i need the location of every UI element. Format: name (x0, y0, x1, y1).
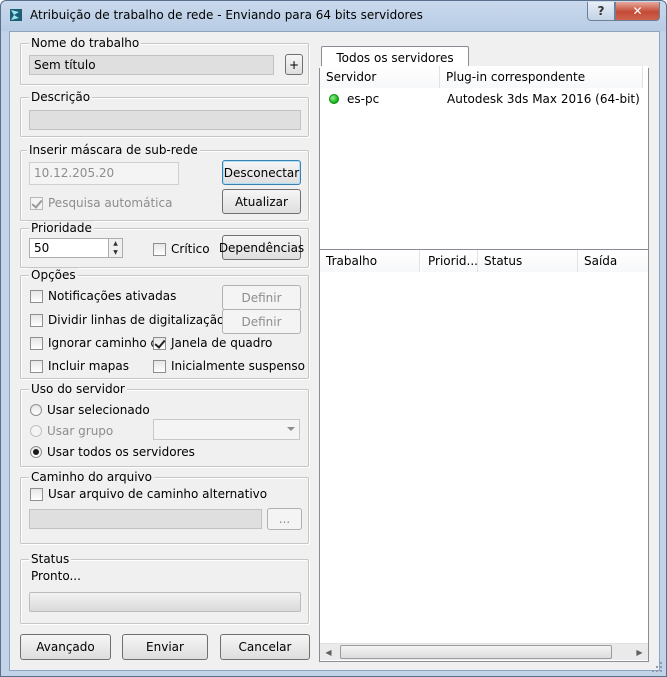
use-selected-label: Usar selecionado (47, 403, 150, 417)
critical-check-box (153, 242, 166, 256)
servers-column-server[interactable]: Servidor (320, 66, 440, 88)
server-name: es-pc (347, 92, 380, 106)
alt-path-label: Usar arquivo de caminho alternativo (48, 487, 268, 501)
split-scan-checkbox[interactable]: Dividir linhas de digitalização (30, 313, 224, 327)
status-progress-bar (29, 592, 301, 612)
ignore-path-label: Ignorar caminho da (48, 336, 166, 350)
cancel-button[interactable]: Cancelar (220, 634, 310, 660)
priority-group-label: Prioridade (29, 221, 94, 235)
use-group-radio[interactable]: Usar grupo (30, 424, 113, 438)
window-title: Atribuição de trabalho de rede - Enviand… (30, 8, 423, 22)
jobs-horizontal-scrollbar[interactable]: ◀ ▶ (320, 643, 648, 660)
servers-list[interactable]: Servidor Plug-in correspondente es-pc Au… (320, 66, 648, 246)
use-all-servers-label: Usar todos os servidores (47, 445, 195, 459)
priority-spinner[interactable]: ▲ ▼ (108, 238, 123, 258)
define-split-scan-button[interactable]: Definir (222, 309, 301, 334)
disconnect-label: Desconectar (223, 165, 300, 180)
critical-checkbox[interactable]: Crítico (153, 242, 210, 256)
submit-button[interactable]: Enviar (122, 634, 208, 660)
dialog-window: Atribuição de trabalho de rede - Enviand… (0, 0, 667, 677)
subnet-mask-input[interactable]: 10.12.205.20 (29, 162, 179, 185)
3ds-max-app-icon (10, 9, 22, 21)
file-path-group-label: Caminho do arquivo (29, 470, 154, 484)
jobs-list[interactable]: Trabalho Priorid... Status Saída ◀ ▶ (319, 249, 649, 662)
update-button[interactable]: Atualizar (222, 189, 301, 214)
include-maps-checkbox[interactable]: Incluir mapas (30, 359, 129, 373)
define-notifications-button[interactable]: Definir (222, 285, 301, 310)
servers-column-plugin[interactable]: Plug-in correspondente (440, 66, 643, 88)
auto-search-checkbox[interactable]: Pesquisa automática (30, 196, 172, 210)
advanced-button[interactable]: Avançado (20, 634, 111, 660)
frame-window-label: Janela de quadro (171, 336, 273, 350)
priority-input[interactable]: 50 (29, 238, 109, 258)
jobs-column-priority[interactable]: Priorid... (422, 250, 478, 272)
chevron-down-icon (287, 427, 295, 431)
use-all-servers-radio[interactable]: Usar todos os servidores (30, 445, 195, 459)
ignore-path-checkbox[interactable]: Ignorar caminho da (30, 336, 165, 350)
close-button[interactable]: ✕ (615, 2, 660, 21)
subnet-group-label: Inserir máscara de sub-rede (27, 143, 200, 157)
description-input[interactable] (29, 110, 301, 130)
alt-path-check-box (30, 487, 43, 501)
split-scan-check-box (30, 313, 43, 327)
alt-path-checkbox[interactable]: Usar arquivo de caminho alternativo (30, 487, 267, 501)
alt-path-input[interactable] (29, 509, 262, 529)
jobs-column-output[interactable]: Saída (578, 250, 648, 272)
scroll-left-icon[interactable]: ◀ (320, 644, 337, 660)
job-name-group-label: Nome do trabalho (29, 36, 142, 50)
auto-search-label: Pesquisa automática (48, 196, 173, 210)
add-job-name-button[interactable]: + (285, 54, 303, 75)
tab-all-servers[interactable]: Todos os servidores (321, 46, 469, 68)
dependencies-button[interactable]: Dependências (219, 235, 304, 260)
table-row[interactable]: es-pc (329, 89, 439, 109)
frame-window-check-box (153, 336, 166, 350)
server-usage-group-label: Uso do servidor (29, 382, 127, 396)
status-text: Pronto... (31, 569, 81, 583)
spin-down-icon[interactable]: ▼ (109, 248, 122, 257)
scroll-right-icon[interactable]: ▶ (631, 644, 648, 660)
split-scan-label: Dividir linhas de digitalização (48, 313, 225, 327)
include-maps-label: Incluir mapas (48, 359, 130, 373)
help-button[interactable]: ? (587, 2, 615, 21)
notifications-checkbox[interactable]: Notificações ativadas (30, 289, 176, 303)
job-name-input[interactable]: Sem título (29, 55, 274, 75)
browse-path-button[interactable]: ... (267, 508, 302, 530)
spin-up-icon[interactable]: ▲ (109, 239, 122, 248)
ignore-path-check-box (30, 336, 43, 350)
use-group-radio-dot (30, 425, 42, 437)
jobs-column-job[interactable]: Trabalho (320, 250, 420, 272)
use-selected-radio[interactable]: Usar selecionado (30, 403, 150, 417)
jobs-column-status[interactable]: Status (478, 250, 578, 272)
server-plugin-cell: Autodesk 3ds Max 2016 (64-bit) R... (447, 92, 643, 106)
options-group-label: Opções (29, 268, 78, 282)
disconnect-button[interactable]: Desconectar (222, 160, 301, 185)
include-maps-check-box (30, 359, 43, 373)
initially-suspended-checkbox[interactable]: Inicialmente suspenso (153, 359, 305, 373)
dialog-client-area: Nome do trabalho Sem título + Descrição … (9, 31, 660, 671)
server-group-dropdown[interactable] (153, 419, 300, 440)
use-group-label: Usar grupo (47, 424, 114, 438)
use-all-servers-radio-dot (30, 446, 42, 458)
scrollbar-thumb[interactable] (340, 645, 612, 659)
status-group-label: Status (29, 552, 72, 566)
auto-search-check-box (30, 196, 43, 210)
notifications-label: Notificações ativadas (48, 289, 177, 303)
initially-suspended-check-box (153, 359, 166, 373)
title-bar[interactable]: Atribuição de trabalho de rede - Enviand… (1, 1, 666, 31)
server-online-status-icon (329, 94, 339, 104)
frame-window-checkbox[interactable]: Janela de quadro (153, 336, 272, 350)
initially-suspended-label: Inicialmente suspenso (171, 359, 305, 373)
resize-grip-icon[interactable] (651, 661, 663, 673)
critical-label: Crítico (171, 242, 210, 256)
notifications-check-box (30, 289, 43, 303)
use-selected-radio-dot (30, 404, 42, 416)
description-group-label: Descrição (29, 90, 93, 104)
